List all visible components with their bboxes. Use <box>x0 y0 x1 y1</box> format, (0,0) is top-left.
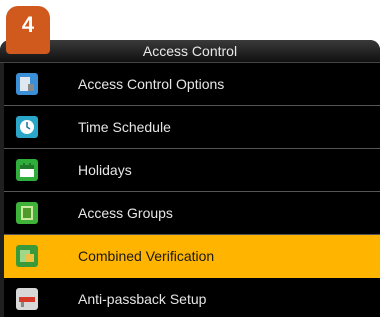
menu-item-anti-passback-setup[interactable]: Anti-passback Setup <box>4 278 380 317</box>
menu-item-label: Access Groups <box>78 205 173 221</box>
menu-item-label: Holidays <box>78 162 132 178</box>
menu-item-time-schedule[interactable]: Time Schedule <box>4 106 380 149</box>
menu-item-holidays[interactable]: Holidays <box>4 149 380 192</box>
clock-icon <box>16 116 38 138</box>
menu-item-access-control-options[interactable]: Access Control Options <box>4 63 380 106</box>
menu-item-label: Access Control Options <box>78 76 225 92</box>
menu-item-label: Combined Verification <box>78 248 215 264</box>
access-control-menu: Access Control Options Time Schedule Hol… <box>0 63 380 317</box>
menu-item-access-groups[interactable]: Access Groups <box>4 192 380 235</box>
anti-passback-icon <box>16 288 38 310</box>
menu-item-combined-verification[interactable]: Combined Verification <box>4 235 380 278</box>
menu-item-label: Anti-passback Setup <box>78 291 207 307</box>
step-number-badge: 4 <box>6 6 50 54</box>
calendar-icon <box>16 159 38 181</box>
group-icon <box>16 202 38 224</box>
access-options-icon <box>16 73 38 95</box>
combined-verification-icon <box>16 245 38 267</box>
device-screen: Access Control Access Control Options Ti… <box>0 40 380 317</box>
screen-title: Access Control <box>0 40 380 63</box>
menu-item-label: Time Schedule <box>78 119 171 135</box>
